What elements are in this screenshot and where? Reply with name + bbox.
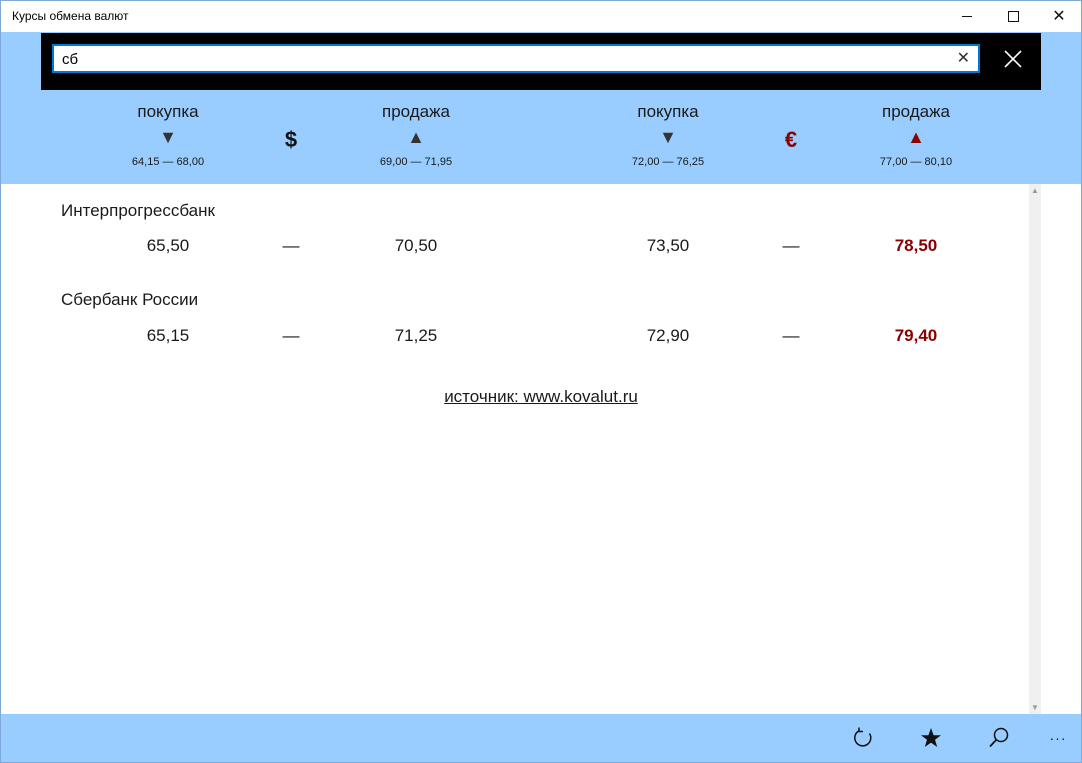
eur-sell-rate: 79,40: [894, 326, 938, 345]
maximize-button[interactable]: [990, 1, 1036, 32]
minimize-icon: [962, 16, 972, 17]
eur-sell-header[interactable]: продажа ▲ 77,00 — 80,10: [856, 102, 976, 168]
usd-sell-range: 69,00 — 71,95: [379, 156, 453, 168]
favorites-button[interactable]: [911, 722, 951, 754]
usd-buy-label: покупка: [137, 102, 199, 121]
eur-buy-rate: 72,90: [646, 326, 690, 345]
sort-up-icon: ▲: [907, 127, 925, 147]
vertical-scrollbar[interactable]: ▲ ▼: [1029, 184, 1041, 714]
usd-sell-rate: 71,25: [394, 326, 438, 345]
eur-buy-header[interactable]: покупка ▼ 72,00 — 76,25: [618, 102, 718, 168]
usd-symbol: $: [284, 127, 298, 152]
search-input[interactable]: [62, 49, 942, 69]
eur-sell-range: 77,00 — 80,10: [879, 156, 953, 168]
sort-down-icon: ▼: [159, 127, 177, 147]
refresh-icon: [854, 727, 872, 747]
rate-separator: —: [782, 326, 800, 345]
usd-sell-header[interactable]: продажа ▲ 69,00 — 71,95: [356, 102, 476, 168]
star-icon: [921, 728, 941, 747]
usd-buy-header[interactable]: покупка ▼ 64,15 — 68,00: [118, 102, 218, 168]
usd-buy-range: 64,15 — 68,00: [131, 156, 205, 168]
minimize-button[interactable]: [944, 1, 990, 32]
bottom-app-bar: ···: [1, 714, 1081, 762]
scroll-down-icon[interactable]: ▼: [1029, 703, 1041, 712]
window-title: Курсы обмена валют: [12, 9, 129, 23]
sort-up-icon: ▲: [407, 127, 425, 147]
rate-separator: —: [782, 236, 800, 255]
search-button[interactable]: [979, 722, 1019, 754]
search-box[interactable]: ✕: [52, 44, 980, 73]
search-icon: [989, 727, 1009, 748]
sort-down-icon: ▼: [659, 127, 677, 147]
source-link[interactable]: источник: www.kovalut.ru: [381, 387, 701, 407]
rates-list[interactable]: Интерпрогрессбанк 65,50 — 70,50 73,50 — …: [1, 184, 1081, 714]
usd-buy-rate: 65,15: [146, 326, 190, 345]
eur-buy-rate: 73,50: [646, 236, 690, 255]
clear-search-icon[interactable]: ✕: [957, 48, 970, 68]
app-window: Курсы обмена валют ✕ ✕ покуп: [0, 0, 1082, 763]
bank-name: Интерпрогрессбанк: [61, 201, 215, 220]
bank-name: Сбербанк России: [61, 290, 199, 309]
close-icon: ✕: [1052, 7, 1066, 25]
eur-sell-label: продажа: [882, 102, 950, 121]
usd-buy-rate: 65,50: [146, 236, 190, 255]
usd-sell-rate: 70,50: [394, 236, 438, 255]
scroll-up-icon[interactable]: ▲: [1029, 186, 1041, 195]
rate-separator: —: [282, 236, 300, 255]
refresh-button[interactable]: [843, 722, 883, 754]
close-window-button[interactable]: ✕: [1036, 1, 1081, 32]
maximize-icon: [1007, 11, 1019, 22]
eur-sell-rate: 78,50: [894, 236, 938, 255]
close-icon: [1004, 50, 1022, 68]
title-bar: Курсы обмена валют ✕: [1, 1, 1081, 32]
rates-header: ✕ покупка ▼ 64,15 — 68,00 $ продажа ▲ 69…: [1, 32, 1081, 184]
more-options-button[interactable]: ···: [1038, 722, 1078, 754]
search-bar: ✕: [41, 33, 1041, 90]
eur-buy-label: покупка: [637, 102, 699, 121]
close-search-button[interactable]: [996, 44, 1030, 74]
more-icon: ···: [1049, 730, 1067, 746]
usd-sell-label: продажа: [382, 102, 450, 121]
eur-symbol: €: [784, 127, 798, 152]
rate-separator: —: [282, 326, 300, 345]
eur-buy-range: 72,00 — 76,25: [631, 156, 705, 168]
